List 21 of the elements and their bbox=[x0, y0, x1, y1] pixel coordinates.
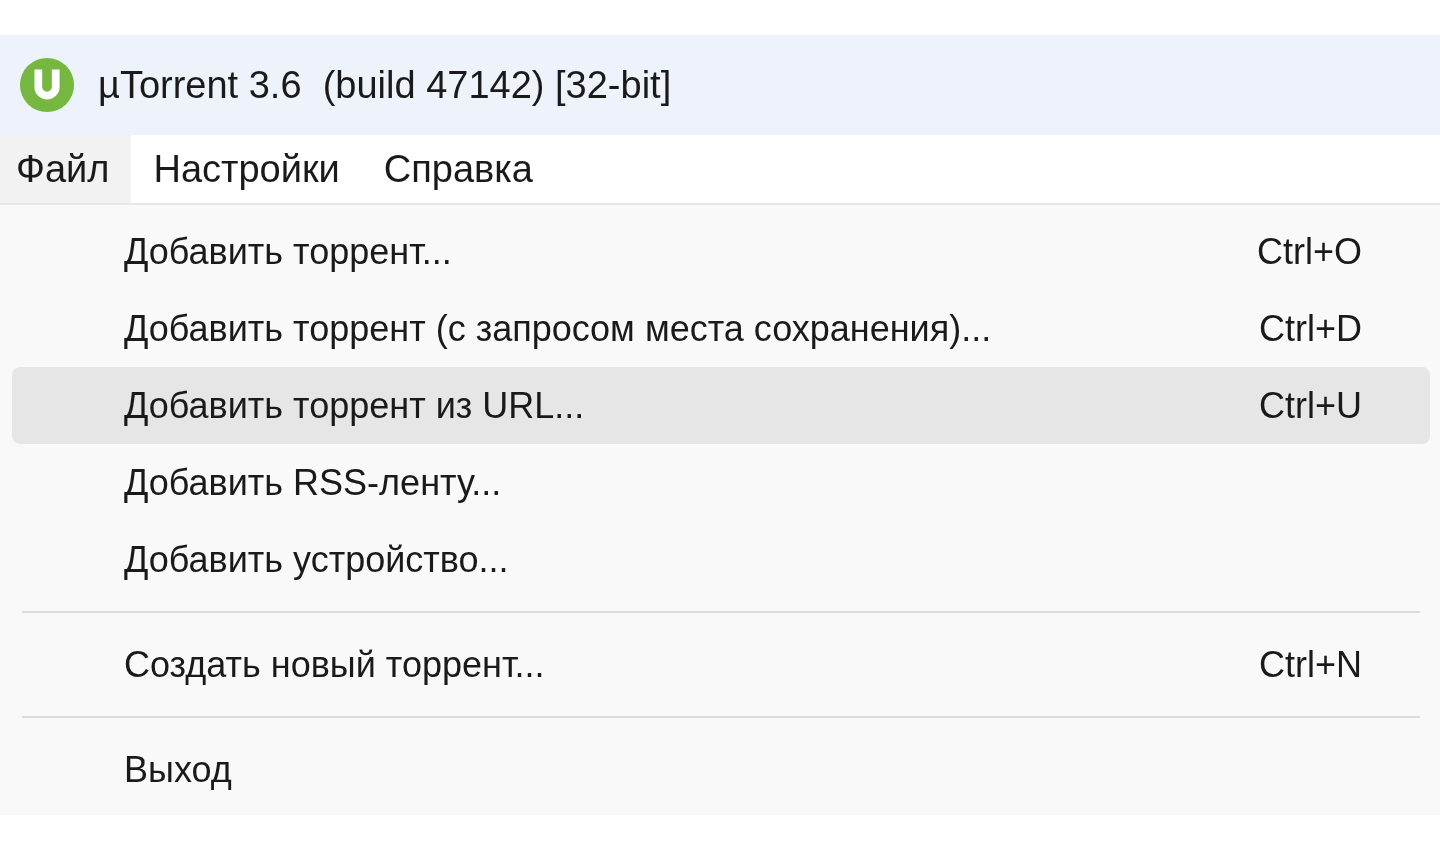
menu-item[interactable]: Выход bbox=[12, 731, 1430, 808]
shortcut-label: Ctrl+U bbox=[1259, 384, 1362, 427]
menu-item[interactable]: Добавить торрент (с запросом места сохранения)... Ctrl+D bbox=[12, 290, 1430, 367]
window-title: µTorrent 3.6 (build 47142) [32-bit] bbox=[98, 63, 672, 107]
menu-item[interactable]: Добавить RSS-ленту... bbox=[12, 444, 1430, 521]
logo-icon bbox=[18, 56, 76, 114]
menu-bar-item[interactable]: Файл bbox=[0, 135, 132, 203]
menu-item-label: Выход bbox=[124, 748, 232, 791]
menu-item-label: Добавить торрент (с запросом места сохранения)... bbox=[124, 307, 992, 350]
menu-item-label: Создать новый торрент... bbox=[124, 643, 545, 686]
menu-item[interactable]: Создать новый торрент... Ctrl+N bbox=[12, 626, 1430, 703]
menu-item-label: Добавить торрент... bbox=[124, 230, 452, 273]
menu-item-label: Добавить торрент из URL... bbox=[124, 384, 585, 427]
shortcut-label: Ctrl+N bbox=[1259, 643, 1362, 686]
menu-item-label: Добавить устройство... bbox=[124, 538, 509, 581]
shortcut-label: Ctrl+O bbox=[1257, 230, 1362, 273]
menu-item-label: Добавить RSS-ленту... bbox=[124, 461, 502, 504]
menu-item[interactable]: Добавить торрент из URL... Ctrl+U bbox=[12, 367, 1430, 444]
shortcut-label: Ctrl+D bbox=[1259, 307, 1362, 350]
menu-item[interactable]: Добавить устройство... bbox=[12, 521, 1430, 598]
menu-item[interactable]: Добавить торрент... Ctrl+O bbox=[12, 213, 1430, 290]
